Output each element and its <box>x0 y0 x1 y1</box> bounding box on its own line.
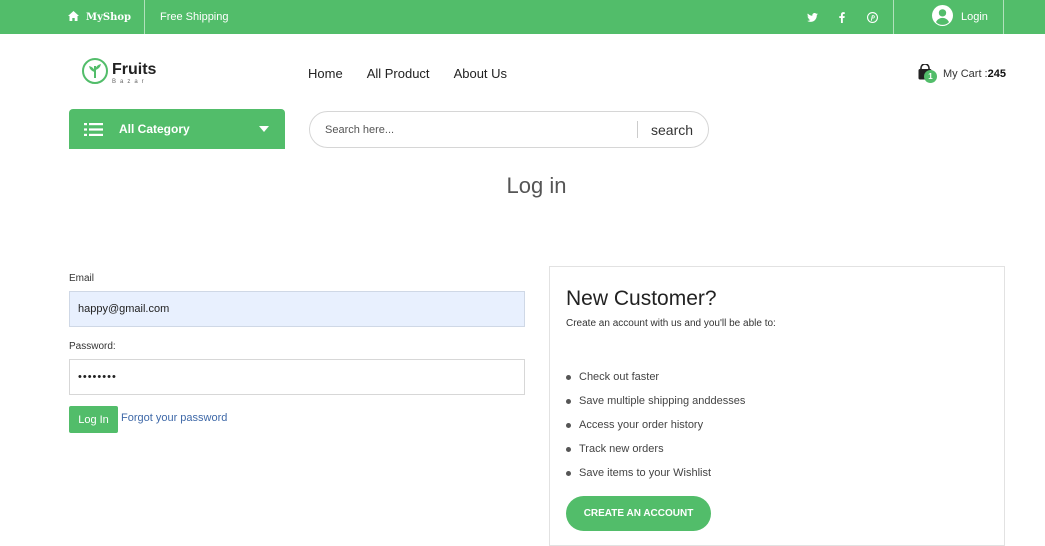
logo-title: Fruits <box>112 61 157 78</box>
nav-home[interactable]: Home <box>308 66 343 81</box>
new-customer-title: New Customer? <box>566 287 717 310</box>
cart-label: My Cart : <box>943 68 988 80</box>
list-item: Track new orders <box>566 437 745 461</box>
bullet-icon <box>566 470 571 476</box>
bullet-icon <box>566 374 571 380</box>
new-customer-intro: Create an account with us and you'll be … <box>566 318 776 329</box>
bullet-icon <box>566 446 571 452</box>
search-divider <box>637 121 638 138</box>
search-input[interactable] <box>325 121 625 139</box>
benefit-text: Check out faster <box>579 371 660 383</box>
nav-about-us[interactable]: About Us <box>454 66 507 81</box>
logo-subtitle: Bazar <box>112 79 148 85</box>
home-icon <box>68 10 79 24</box>
list-item: Save multiple shipping anddesses <box>566 389 745 413</box>
password-label: Password: <box>69 341 116 352</box>
cart-amount: 245 <box>987 68 1006 80</box>
bullet-icon <box>566 398 571 404</box>
nav-all-product[interactable]: All Product <box>367 66 430 81</box>
search-bar: search <box>309 111 709 148</box>
login-link[interactable]: Login <box>932 0 988 34</box>
divider <box>1003 0 1004 34</box>
logo[interactable]: Fruits Bazar <box>82 58 156 89</box>
forgot-password-link[interactable]: Forgot your password <box>121 412 227 424</box>
benefit-text: Access your order history <box>579 419 704 431</box>
login-button[interactable]: Log In <box>69 406 118 433</box>
caret-down-icon <box>259 126 269 132</box>
shopping-bag-icon: 1 <box>918 63 937 84</box>
list-item: Access your order history <box>566 413 745 437</box>
list-item: Check out faster <box>566 365 745 389</box>
free-shipping-text: Free Shipping <box>160 11 229 23</box>
create-account-button[interactable]: CREATE AN ACCOUNT <box>566 496 711 531</box>
benefits-list: Check out faster Save multiple shipping … <box>566 365 745 485</box>
list-icon <box>84 122 103 136</box>
twitter-icon[interactable] <box>804 9 820 25</box>
shop-name: MyShop <box>86 11 132 23</box>
search-button[interactable]: search <box>651 112 693 147</box>
password-field[interactable] <box>69 359 525 395</box>
user-icon <box>932 5 953 29</box>
benefit-text: Track new orders <box>579 443 664 455</box>
page-title: Log in <box>506 173 567 198</box>
divider <box>144 0 145 34</box>
login-label: Login <box>961 11 988 23</box>
email-field[interactable] <box>69 291 525 327</box>
top-bar: MyShop Free Shipping Login <box>0 0 1045 34</box>
main-nav: Home All Product About Us <box>308 66 507 81</box>
bullet-icon <box>566 422 571 428</box>
benefit-text: Save multiple shipping anddesses <box>579 395 746 407</box>
cart-count-badge: 1 <box>924 70 937 83</box>
all-category-label: All Category <box>119 122 190 136</box>
benefit-text: Save items to your Wishlist <box>579 467 712 479</box>
list-item: Save items to your Wishlist <box>566 461 745 485</box>
social-links <box>804 9 880 25</box>
facebook-icon[interactable] <box>834 9 850 25</box>
all-category-dropdown[interactable]: All Category <box>69 109 285 149</box>
new-customer-panel: New Customer? Create an account with us … <box>549 266 1005 546</box>
divider <box>893 0 894 34</box>
leaf-icon <box>82 58 108 89</box>
email-label: Email <box>69 273 95 284</box>
shop-link[interactable]: MyShop <box>68 0 131 34</box>
cart[interactable]: 1 My Cart : 245 <box>918 63 1006 84</box>
pinterest-icon[interactable] <box>864 9 880 25</box>
